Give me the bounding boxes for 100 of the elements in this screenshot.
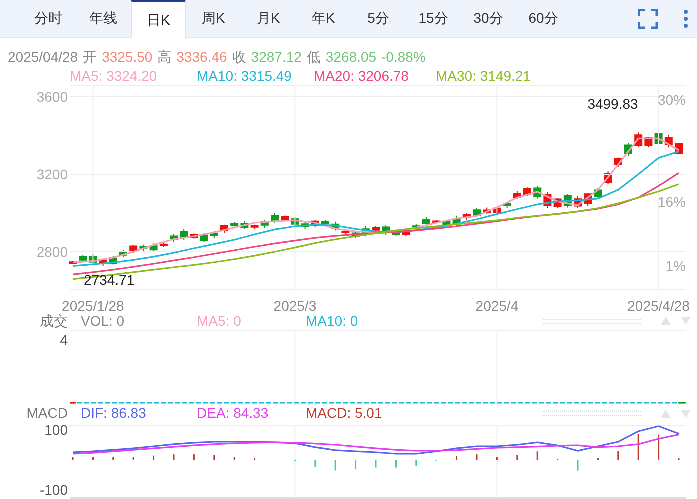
change-percent: -0.88% xyxy=(382,48,426,66)
candlestick xyxy=(230,221,239,228)
candlestick xyxy=(281,215,290,222)
more-icon[interactable] xyxy=(684,10,688,28)
candlestick xyxy=(180,228,188,241)
candlestick xyxy=(382,225,390,236)
period-tab[interactable]: 分时 xyxy=(21,0,76,37)
candlestick xyxy=(402,228,410,238)
indicator-legend: MA10: 0 xyxy=(306,312,358,328)
candlestick xyxy=(79,254,88,263)
candlestick xyxy=(664,134,673,148)
up-triangle-icon[interactable] xyxy=(661,410,671,418)
date-axis-label: 2025/4 xyxy=(476,298,519,313)
candlestick xyxy=(99,259,108,267)
candlestick xyxy=(342,230,350,236)
candlestick xyxy=(150,243,158,252)
candlestick xyxy=(109,256,118,266)
indicator-legend: DIF: 86.83 xyxy=(81,405,146,421)
indicator-legend: MA5: 0 xyxy=(197,312,242,328)
period-tab[interactable]: 60分 xyxy=(516,0,571,37)
candlestick xyxy=(130,244,138,254)
candlestick xyxy=(442,220,451,228)
macd-axis-label: 100 xyxy=(44,422,68,438)
candlestick xyxy=(493,206,502,216)
quote-value: 3287.12 xyxy=(251,48,302,66)
dotted-scroll-track[interactable] xyxy=(543,411,641,416)
panel-title: 成交 xyxy=(39,312,68,330)
quote-label: 收 xyxy=(232,48,246,66)
candlestick xyxy=(352,231,360,238)
indicator-legend: VOL: 0 xyxy=(81,312,125,328)
candlestick xyxy=(432,220,441,224)
period-tab[interactable]: 日K xyxy=(131,0,186,38)
candlestick xyxy=(624,142,632,157)
candlestick xyxy=(513,190,522,200)
quote-value: 3325.50 xyxy=(102,48,153,66)
candlestick xyxy=(584,192,592,208)
candlestick xyxy=(69,260,77,265)
candlestick xyxy=(200,232,208,243)
indicator-legend: MACD: 5.01 xyxy=(306,405,382,421)
candlestick xyxy=(240,220,249,230)
candlestick xyxy=(483,207,492,215)
macd-axis-label: -100 xyxy=(40,482,68,498)
dotted-scroll-track[interactable] xyxy=(543,318,641,324)
volume-axis-label: 4 xyxy=(60,332,68,348)
period-tab[interactable]: 年K xyxy=(296,0,351,37)
period-tab[interactable]: 月K xyxy=(241,0,296,37)
candlestick xyxy=(654,131,663,147)
high-price-label: 3499.83 xyxy=(588,96,638,112)
date-axis-label: 2025/1/28 xyxy=(62,298,124,313)
candlestick xyxy=(250,224,259,230)
period-tab[interactable]: 30分 xyxy=(461,0,516,37)
candlestick xyxy=(160,242,168,248)
candlestick xyxy=(210,230,218,239)
quote-value: 3336.46 xyxy=(176,48,228,66)
candlestick xyxy=(473,208,481,218)
up-triangle-icon[interactable] xyxy=(661,317,671,325)
candlestick xyxy=(89,254,98,266)
moving-average-legend: MA5: 3324.20 xyxy=(70,68,158,84)
candlestick xyxy=(574,196,582,210)
candlestick xyxy=(120,250,128,258)
panel-title: MACD xyxy=(26,404,68,423)
candlestick xyxy=(311,220,320,228)
candlestick xyxy=(614,157,622,168)
candlestick xyxy=(190,233,198,240)
percent-axis-label: 30% xyxy=(658,92,686,108)
period-tab[interactable]: 15分 xyxy=(406,0,461,37)
candlestick xyxy=(422,216,430,228)
period-tab[interactable]: 周K xyxy=(186,0,241,37)
candlestick xyxy=(301,221,310,230)
candlestick xyxy=(604,170,612,185)
candlestick xyxy=(534,186,542,200)
period-tab[interactable]: 年线 xyxy=(76,0,131,37)
candlestick xyxy=(372,226,380,234)
candlestick xyxy=(332,221,340,232)
price-axis-label: 2800 xyxy=(36,244,68,260)
fullscreen-icon[interactable] xyxy=(638,8,658,28)
candlestick xyxy=(140,244,148,252)
quote-value: 3268.05 xyxy=(326,48,377,66)
candlestick xyxy=(503,202,512,209)
percent-axis-label: 1% xyxy=(666,258,686,274)
candlestick xyxy=(271,212,279,224)
quote-label: 开 xyxy=(83,48,98,66)
indicator-legend: DEA: 84.33 xyxy=(197,405,269,421)
price-axis-label: 3600 xyxy=(36,89,68,106)
moving-average-legend: MA20: 3206.78 xyxy=(314,68,409,84)
candlestick xyxy=(170,234,178,243)
candlestick xyxy=(220,224,228,234)
candlestick xyxy=(322,220,330,226)
date-axis-label: 2025/3 xyxy=(274,298,317,313)
candlestick xyxy=(412,224,420,231)
down-triangle-icon[interactable] xyxy=(681,410,691,418)
date-axis-label: 2025/4/28 xyxy=(628,298,690,313)
price-axis-label: 3200 xyxy=(36,166,68,183)
period-tab[interactable]: 5分 xyxy=(351,0,406,37)
candlestick xyxy=(291,216,300,228)
candlestick xyxy=(462,213,471,221)
percent-axis-label: 16% xyxy=(658,194,686,210)
candlestick xyxy=(260,220,269,229)
quote-label: 低 xyxy=(306,48,321,66)
down-triangle-icon[interactable] xyxy=(681,317,691,325)
